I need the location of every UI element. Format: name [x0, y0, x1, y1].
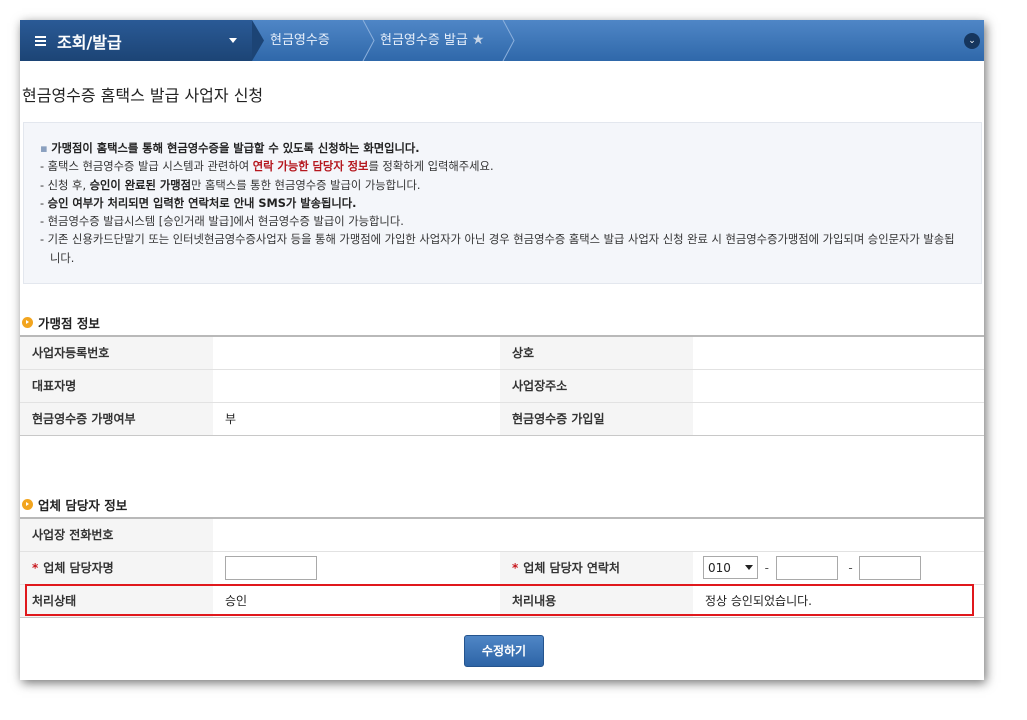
joined-value: 부	[213, 402, 500, 436]
notice-line: ▪ 가맹점이 홈택스를 통해 현금영수증을 발급할 수 있도록 신청하는 화면입…	[40, 142, 420, 155]
menu-dropdown[interactable]: 조회/발급	[20, 20, 252, 61]
manager-name-label: * 업체 담당자명	[20, 551, 213, 585]
address-label: 사업장주소	[500, 369, 693, 403]
menu-title: 조회/발급	[57, 32, 122, 52]
biz-phone-label: 사업장 전화번호	[20, 518, 213, 552]
ceo-value	[213, 369, 500, 403]
biz-no-label: 사업자등록번호	[20, 336, 213, 370]
notice-line: - 승인 여부가 처리되면 입력한 연락처로 안내 SMS가 발송됩니다.	[40, 196, 357, 210]
breadcrumb-item-cash-receipt[interactable]: 현금영수증	[270, 20, 330, 61]
hamburger-icon[interactable]	[35, 35, 46, 46]
bullet-arrow-icon	[22, 499, 33, 510]
join-date-value	[693, 402, 984, 436]
breadcrumb-separator-icon	[362, 20, 375, 61]
phone-middle-input[interactable]	[775, 555, 838, 580]
manager-name-input[interactable]	[225, 555, 317, 580]
manager-phone-label: * 업체 담당자 연락처	[500, 551, 693, 585]
modify-button[interactable]: 수정하기	[464, 635, 544, 667]
joined-label: 현금영수증 가맹여부	[20, 402, 213, 436]
status-highlight-frame	[25, 584, 974, 616]
table-row: 대표자명 사업장주소	[20, 369, 984, 403]
biz-phone-value	[213, 518, 984, 552]
breadcrumb-item-issue[interactable]: 현금영수증 발급 ★	[380, 20, 484, 61]
caret-down-icon[interactable]	[229, 38, 237, 43]
star-favorite-icon[interactable]: ★	[472, 32, 485, 48]
caret-down-icon	[745, 565, 753, 570]
address-value	[693, 369, 984, 403]
phone-last-input[interactable]	[859, 555, 922, 580]
chevron-down-circle-icon[interactable]: ⌄	[964, 33, 980, 49]
company-value	[693, 336, 984, 370]
notice-line: - 신청 후, 승인이 완료된 가맹점만 홈택스를 통한 현금영수증 발급이 가…	[40, 178, 421, 192]
section-title-merchant: 가맹점 정보	[22, 313, 100, 332]
company-label: 상호	[500, 336, 693, 370]
join-date-label: 현금영수증 가입일	[500, 402, 693, 436]
top-navigation-bar: 조회/발급 현금영수증 현금영수증 발급 ★ ⌄	[20, 20, 984, 61]
breadcrumb-label: 현금영수증 발급	[380, 33, 468, 48]
bullet-arrow-icon	[22, 317, 33, 328]
ceo-label: 대표자명	[20, 369, 213, 403]
notice-line: - 기존 신용카드단말기 또는 인터넷현금영수증사업자 등을 통해 가맹점에 가…	[40, 233, 955, 265]
notice-line: - 홈택스 현금영수증 발급 시스템과 관련하여 연락 가능한 담당자 정보를 …	[40, 160, 494, 174]
app-window: 조회/발급 현금영수증 현금영수증 발급 ★ ⌄ 현금영수증 홈택스 발급 사업자…	[20, 20, 984, 680]
table-row: 사업장 전화번호	[20, 518, 984, 552]
table-row: 사업자등록번호 상호	[20, 336, 984, 370]
biz-no-value	[213, 336, 500, 370]
breadcrumb-separator-icon	[502, 20, 515, 61]
table-row: 현금영수증 가맹여부 부 현금영수증 가입일	[20, 402, 984, 436]
notice-box: ▪ 가맹점이 홈택스를 통해 현금영수증을 발급할 수 있도록 신청하는 화면입…	[23, 122, 982, 284]
phone-prefix-select[interactable]: 010	[703, 556, 758, 579]
breadcrumb-separator-icon	[252, 20, 264, 61]
section-title-contact: 업체 담당자 정보	[22, 495, 127, 514]
page-title: 현금영수증 홈택스 발급 사업자 신청	[22, 86, 264, 105]
table-row: * 업체 담당자명 * 업체 담당자 연락처 010 - -	[20, 551, 984, 585]
merchant-info-table: 사업자등록번호 상호 대표자명 사업장주소 현금영수증 가맹여부 부 현금영수증…	[20, 335, 984, 436]
notice-line: - 현금영수증 발급시스템 [승인거래 발급]에서 현금영수증 발급이 가능합니…	[40, 215, 404, 229]
